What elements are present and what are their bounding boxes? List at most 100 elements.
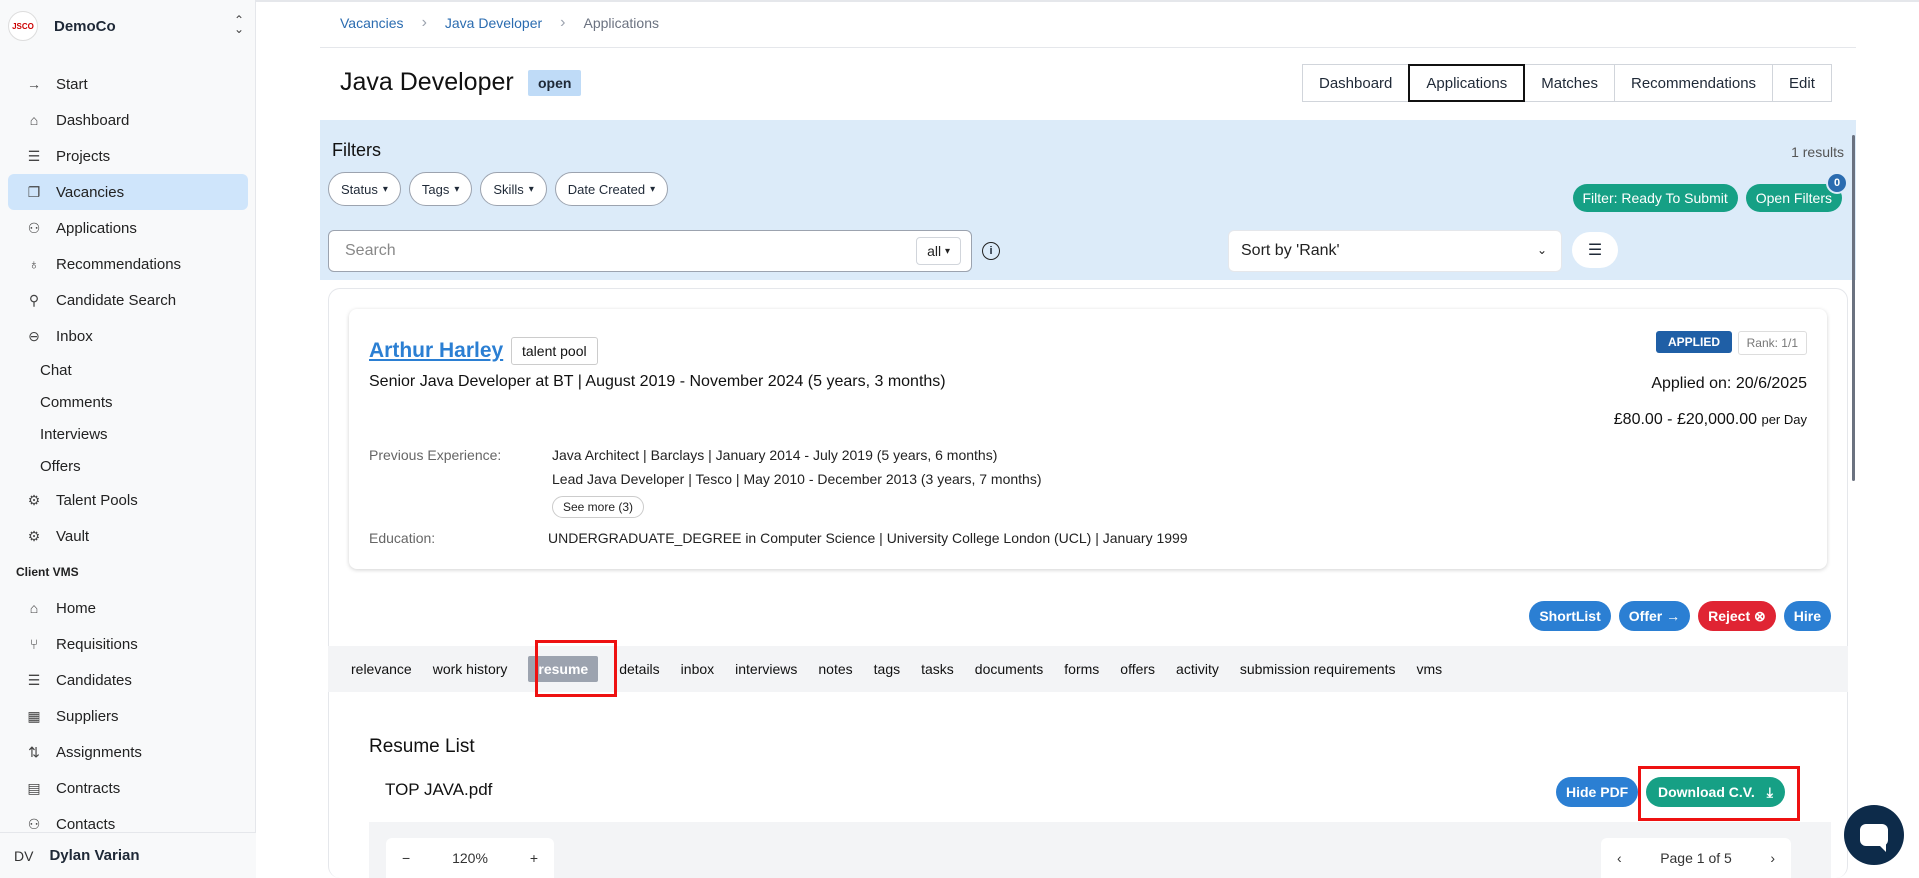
candidate-name-link[interactable]: Arthur Harley	[369, 339, 503, 363]
sidebar-item-projects[interactable]: ☰ Projects	[8, 138, 248, 174]
chevron-down-icon: ⌄	[1536, 243, 1547, 257]
open-filters-button[interactable]: Open Filters 0	[1745, 172, 1848, 212]
sidebar-item-contracts[interactable]: ▤ Contracts	[8, 770, 248, 806]
chevron-up-down-icon[interactable]: ⌃ ⌄	[234, 14, 244, 35]
sidebar-subitem-comments[interactable]: Comments	[0, 386, 256, 418]
sort-value: Sort by 'Rank'	[1241, 242, 1340, 259]
breadcrumb-java-developer[interactable]: Java Developer	[445, 15, 542, 31]
tab-recommendations[interactable]: Recommendations	[1613, 64, 1774, 102]
subtab-activity[interactable]: activity	[1176, 661, 1219, 677]
chat-support-button[interactable]	[1844, 805, 1904, 865]
sort-direction-icon[interactable]: ☰	[1572, 232, 1618, 268]
hire-button[interactable]: Hire	[1783, 601, 1831, 631]
rate-unit: per Day	[1761, 412, 1807, 427]
scrollbar[interactable]	[1852, 135, 1855, 481]
sort-select[interactable]: Sort by 'Rank' ⌄	[1228, 230, 1562, 272]
org-switcher[interactable]: JSCO DemoCo ⌃ ⌄	[0, 0, 256, 52]
reject-button[interactable]: Reject ⊗	[1698, 601, 1776, 631]
sidebar-item-candidate-search[interactable]: ⚲ Candidate Search	[8, 282, 248, 318]
filter-skills[interactable]: Skills ▾	[480, 172, 547, 206]
subtab-forms[interactable]: forms	[1064, 661, 1099, 677]
search-input[interactable]: Search all ▾	[328, 230, 972, 272]
x-circle-icon: ⊗	[1754, 607, 1766, 624]
candidate-current-role: Senior Java Developer at BT | August 201…	[369, 373, 946, 390]
search-placeholder: Search	[345, 242, 396, 259]
zoom-in-icon[interactable]: +	[530, 850, 538, 866]
sidebar-item-label: Dashboard	[56, 111, 130, 129]
zoom-control: − 120% +	[386, 838, 554, 878]
chevron-left-icon[interactable]: ‹	[1617, 850, 1622, 866]
sidebar-item-vault[interactable]: ⚙ Vault	[8, 518, 248, 554]
subtab-relevance[interactable]: relevance	[351, 661, 412, 677]
status-badge: open	[528, 70, 582, 96]
user-profile[interactable]: DV Dylan Varian	[0, 832, 256, 878]
info-icon[interactable]: i	[982, 242, 1000, 260]
sidebar-item-assignments[interactable]: ⇅ Assignments	[8, 734, 248, 770]
git-pull-icon: ⇅	[28, 743, 40, 760]
sidebar-item-candidates[interactable]: ☰ Candidates	[8, 662, 248, 698]
sidebar-subitem-offers[interactable]: Offers	[0, 450, 256, 482]
filter-ready-to-submit-button[interactable]: Filter: Ready To Submit	[1572, 184, 1738, 212]
sidebar-item-label: Contacts	[56, 815, 116, 833]
sidebar-item-inbox[interactable]: ⊖ Inbox	[8, 318, 248, 354]
tab-applications[interactable]: Applications	[1408, 64, 1526, 102]
subtab-work-history[interactable]: work history	[433, 661, 508, 677]
chevron-right-icon: ›	[560, 14, 566, 31]
tab-edit[interactable]: Edit	[1772, 64, 1832, 102]
filter-tags[interactable]: Tags ▾	[408, 172, 473, 206]
filter-chips: Status ▾ Tags ▾ Skills ▾ Date Created ▾	[328, 172, 676, 206]
sidebar-item-label: Projects	[56, 147, 111, 165]
resume-file-name: TOP JAVA.pdf	[385, 780, 493, 799]
zoom-out-icon[interactable]: −	[402, 850, 410, 866]
subtab-inbox[interactable]: inbox	[681, 661, 714, 677]
application-actions: ShortList Offer → Reject ⊗ Hire	[1521, 601, 1831, 631]
filter-date-created[interactable]: Date Created ▾	[554, 172, 669, 206]
sidebar-subitem-interviews[interactable]: Interviews	[0, 418, 256, 450]
subtab-documents[interactable]: documents	[975, 661, 1043, 677]
tab-matches[interactable]: Matches	[1524, 64, 1615, 102]
filters-panel: Filters 1 results Status ▾ Tags ▾ Skills ▾ …	[320, 120, 1856, 280]
sidebar-item-applications[interactable]: ⚇ Applications	[8, 210, 248, 246]
subtab-submission-requirements[interactable]: submission requirements	[1240, 661, 1396, 677]
subtab-offers[interactable]: offers	[1120, 661, 1155, 677]
sidebar-subitem-chat[interactable]: Chat	[0, 354, 256, 386]
previous-experience-item: Lead Java Developer | Tesco | May 2010 -…	[552, 471, 1042, 487]
chevron-down-icon: ▾	[944, 245, 950, 257]
sidebar-item-label: Start	[56, 75, 88, 93]
chevron-right-icon[interactable]: ›	[1770, 850, 1775, 866]
sidebar-item-requisitions[interactable]: ⑂ Requisitions	[8, 626, 248, 662]
subtab-vms[interactable]: vms	[1416, 661, 1442, 677]
sidebar-item-talent-pools[interactable]: ⚙ Talent Pools	[8, 482, 248, 518]
education-label: Education:	[369, 530, 436, 546]
breadcrumb-vacancies[interactable]: Vacancies	[340, 15, 404, 31]
subtab-interviews[interactable]: interviews	[735, 661, 797, 677]
sidebar-item-home[interactable]: ⌂ Home	[8, 590, 248, 626]
sidebar-item-recommendations[interactable]: ♁ Recommendations	[8, 246, 248, 282]
subtab-tags[interactable]: tags	[874, 661, 900, 677]
org-name: DemoCo	[54, 17, 116, 35]
rate-range: £80.00 - £20,000.00 per Day	[1614, 411, 1807, 429]
sidebar-item-vacancies[interactable]: ❐ Vacancies	[8, 174, 248, 210]
copy-icon: ❐	[27, 183, 41, 200]
breadcrumb-current: Applications	[583, 15, 660, 31]
sidebar-item-dashboard[interactable]: ⌂ Dashboard	[8, 102, 248, 138]
chevron-down-icon: ▾	[650, 183, 656, 195]
hide-pdf-button[interactable]: Hide PDF	[1556, 777, 1639, 807]
chevron-down-icon: ▾	[454, 183, 460, 195]
sidebar-item-label: Assignments	[56, 743, 142, 761]
sidebar-item-label: Recommendations	[56, 255, 182, 273]
shortlist-button[interactable]: ShortList	[1529, 601, 1611, 631]
user-initials: DV	[14, 847, 34, 864]
subtab-tasks[interactable]: tasks	[921, 661, 954, 677]
sidebar-item-suppliers[interactable]: ▦ Suppliers	[8, 698, 248, 734]
breadcrumb: Vacancies › Java Developer › Application…	[340, 14, 659, 32]
offer-button[interactable]: Offer →	[1618, 601, 1691, 631]
subtab-notes[interactable]: notes	[818, 661, 852, 677]
sidebar-item-start[interactable]: → Start	[8, 66, 248, 102]
see-more-button[interactable]: See more (3)	[552, 496, 645, 518]
search-scope-select[interactable]: all ▾	[916, 237, 961, 265]
subtab-details[interactable]: details	[619, 661, 659, 677]
page-control: ‹ Page 1 of 5 ›	[1601, 838, 1791, 878]
filter-status[interactable]: Status ▾	[328, 172, 401, 206]
tab-dashboard[interactable]: Dashboard	[1302, 64, 1410, 102]
